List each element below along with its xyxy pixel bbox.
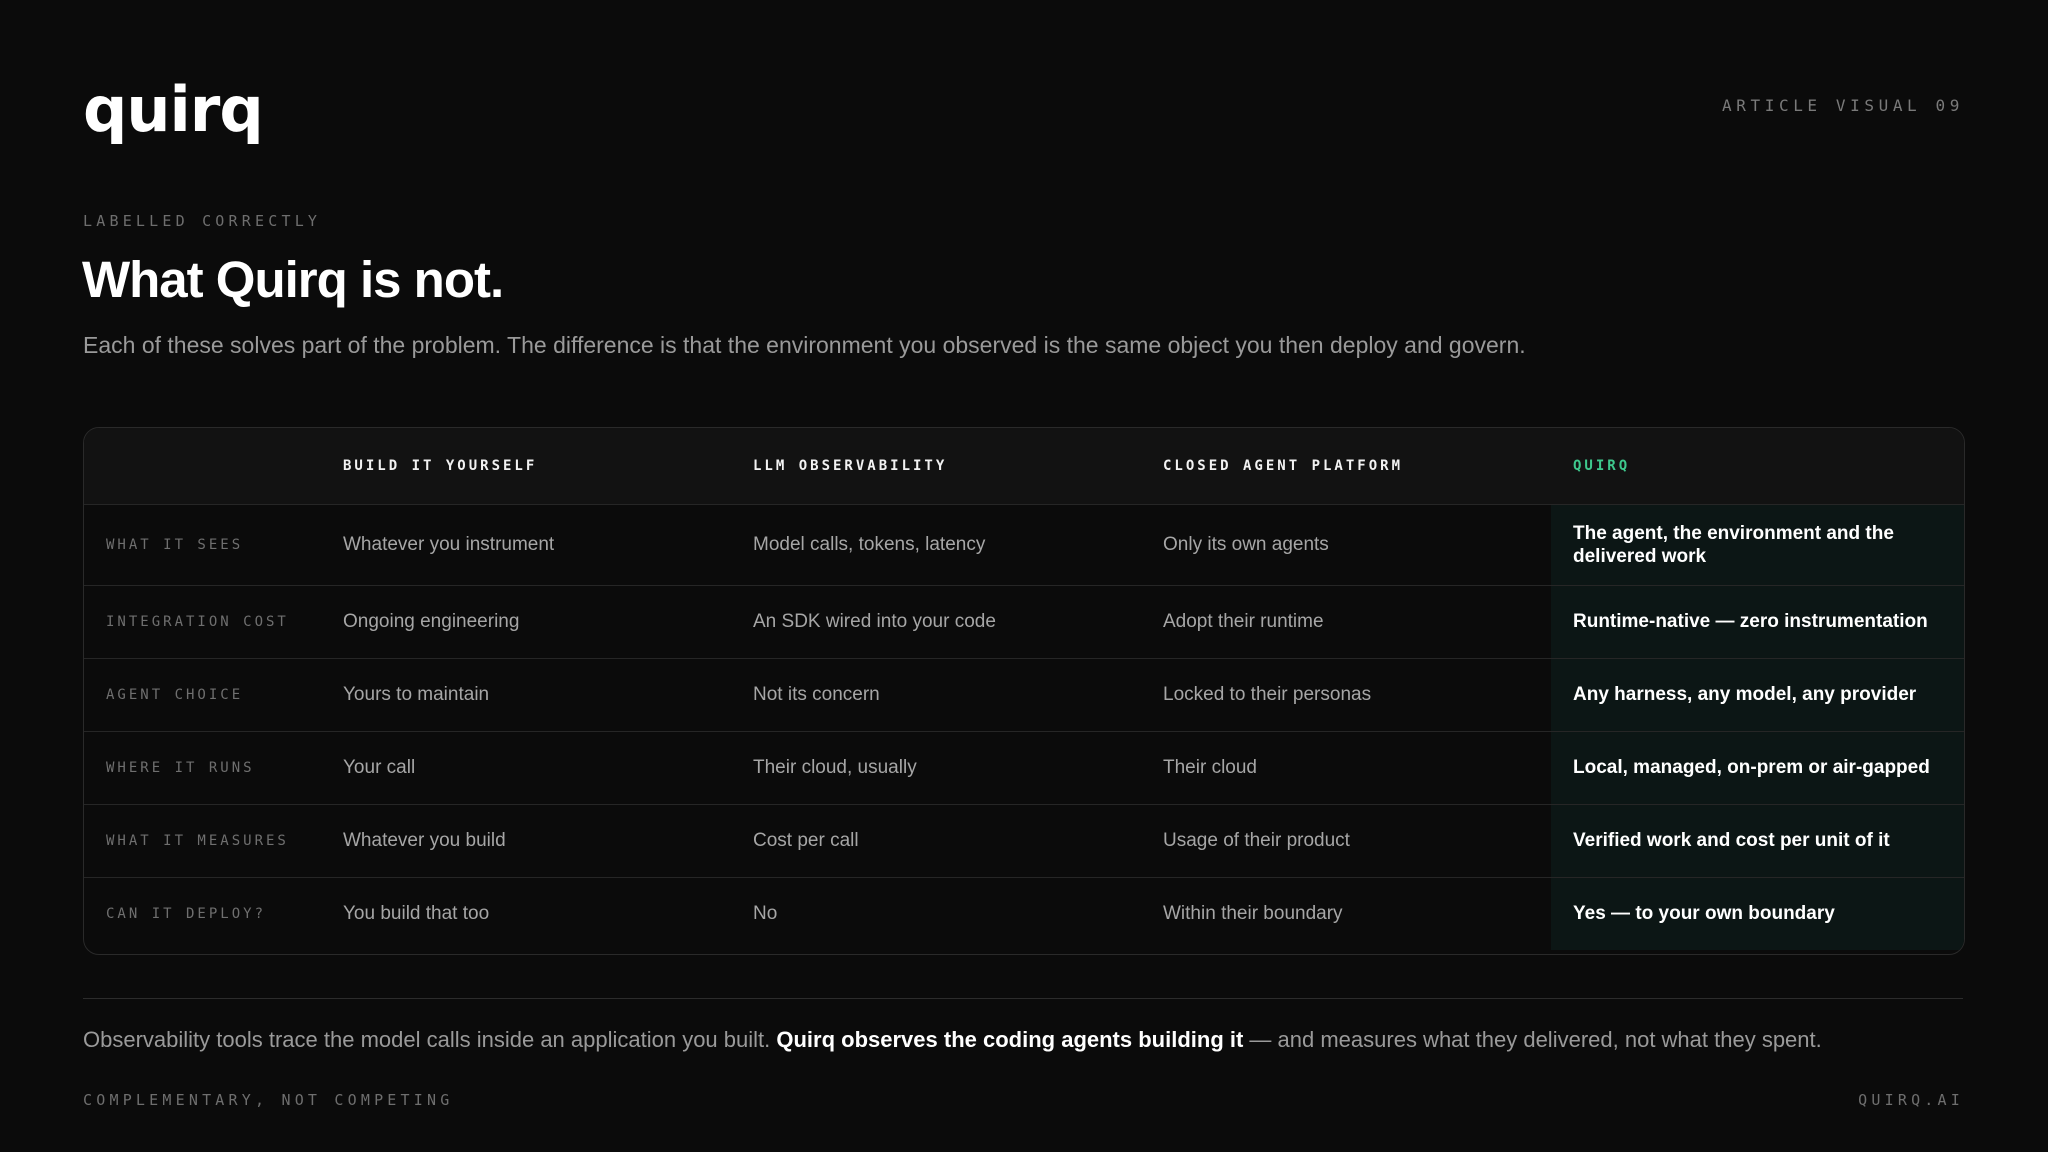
table-row: CAN IT DEPLOY? You build that too No Wit…	[84, 877, 1964, 950]
quirq-logo: quirq	[83, 73, 264, 146]
comparison-table: BUILD IT YOURSELF LLM OBSERVABILITY CLOS…	[84, 428, 1964, 950]
table-header-row: BUILD IT YOURSELF LLM OBSERVABILITY CLOS…	[84, 428, 1964, 505]
quirq-cell: Any harness, any model, any provider	[1551, 658, 1964, 731]
table-cell: Adopt their runtime	[1163, 610, 1324, 632]
footer-note-lead: Observability tools trace the model call…	[83, 1027, 777, 1052]
row-label: AGENT CHOICE	[106, 686, 244, 703]
quirq-cell: The agent, the environment and the deliv…	[1551, 504, 1964, 585]
row-label: INTEGRATION COST	[106, 613, 289, 630]
table-cell: Your call	[343, 756, 416, 778]
table-cell: Whatever you instrument	[343, 533, 555, 555]
quirq-cell: Yes — to your own boundary	[1551, 877, 1964, 950]
page-title: What Quirq is not.	[82, 251, 504, 308]
table-row: AGENT CHOICE Yours to maintain Not its c…	[84, 658, 1964, 731]
page-subtitle: Each of these solves part of the problem…	[83, 332, 1526, 358]
table-row: INTEGRATION COST Ongoing engineering An …	[84, 585, 1964, 658]
comparison-table-card: BUILD IT YOURSELF LLM OBSERVABILITY CLOS…	[83, 427, 1965, 955]
table-cell: No	[753, 902, 778, 924]
table-cell: Cost per call	[753, 829, 859, 851]
footer-tagline: COMPLEMENTARY, NOT COMPETING	[83, 1091, 454, 1109]
table-cell: Their cloud, usually	[753, 756, 917, 778]
footer-note: Observability tools trace the model call…	[83, 1024, 1822, 1056]
quirq-cell: Local, managed, on-prem or air-gapped	[1551, 731, 1964, 804]
table-cell: Ongoing engineering	[343, 610, 520, 632]
table-cell: Only its own agents	[1163, 533, 1329, 555]
row-label: WHAT IT MEASURES	[106, 832, 289, 849]
table-cell: Their cloud	[1163, 756, 1257, 778]
table-cell: An SDK wired into your code	[753, 610, 996, 632]
footer-note-emphasis: Quirq observes the coding agents buildin…	[776, 1027, 1244, 1052]
table-row: WHAT IT MEASURES Whatever you build Cost…	[84, 804, 1964, 877]
header-quirq: QUIRQ	[1551, 428, 1964, 505]
footer-site-link[interactable]: QUIRQ.AI	[1858, 1091, 1964, 1109]
eyebrow-label: LABELLED CORRECTLY	[83, 212, 322, 230]
table-cell: Whatever you build	[343, 829, 506, 851]
header-closed-agent-platform: CLOSED AGENT PLATFORM	[1141, 428, 1551, 505]
quirq-cell: Runtime-native — zero instrumentation	[1551, 585, 1964, 658]
footer-divider	[83, 998, 1963, 999]
table-cell: Locked to their personas	[1163, 683, 1372, 705]
footer-note-tail: — and measures what they delivered, not …	[1243, 1027, 1822, 1052]
table-cell: Model calls, tokens, latency	[753, 533, 986, 555]
header-llm-observability: LLM OBSERVABILITY	[731, 428, 1141, 505]
table-row: WHERE IT RUNS Your call Their cloud, usu…	[84, 731, 1964, 804]
table-row: WHAT IT SEES Whatever you instrument Mod…	[84, 504, 1964, 585]
header-build-it-yourself: BUILD IT YOURSELF	[321, 428, 731, 505]
table-cell: Not its concern	[753, 683, 880, 705]
quirq-cell: Verified work and cost per unit of it	[1551, 804, 1964, 877]
table-cell: Within their boundary	[1163, 902, 1343, 924]
row-label: WHAT IT SEES	[106, 536, 244, 553]
table-cell: Yours to maintain	[343, 683, 490, 705]
table-cell: Usage of their product	[1163, 829, 1350, 851]
row-label: WHERE IT RUNS	[106, 759, 255, 776]
header-empty-corner	[84, 428, 321, 505]
table-cell: You build that too	[343, 902, 490, 924]
article-visual-tag: ARTICLE VISUAL 09	[1722, 96, 1964, 115]
row-label: CAN IT DEPLOY?	[106, 905, 267, 922]
